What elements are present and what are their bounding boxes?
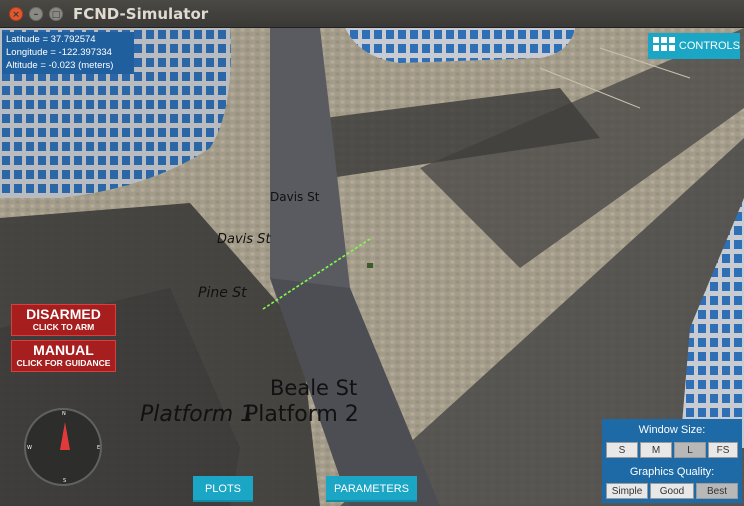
latitude-text: Latitude = 37.792574 [6, 34, 96, 45]
longitude-text: Longitude = -122.397334 [6, 47, 112, 58]
mode-state: MANUAL [33, 342, 94, 358]
graphics-quality-title: Graphics Quality: [629, 466, 715, 478]
street-label-beale: Beale St [270, 376, 358, 400]
plots-button[interactable]: PLOTS [193, 476, 253, 502]
street-label-davis: Davis St [270, 190, 320, 204]
arm-hint: CLICK TO ARM [32, 322, 95, 332]
compass-east: E [97, 445, 101, 451]
size-s-button[interactable]: S [606, 442, 638, 458]
arm-state: DISARMED [26, 306, 101, 322]
arm-button[interactable]: DISARMED CLICK TO ARM [11, 304, 116, 336]
size-fs-button[interactable]: FS [708, 442, 738, 458]
parameters-button[interactable]: PARAMETERS [326, 476, 417, 502]
window-size-title: Window Size: [638, 424, 706, 436]
compass-south: S [63, 478, 67, 484]
quality-good-button[interactable]: Good [650, 483, 694, 499]
maximize-icon[interactable]: □ [49, 7, 63, 21]
street-label-pine: Pine St [198, 285, 247, 301]
window-titlebar: × – □ FCND-Simulator [0, 0, 744, 28]
street-label-davis-2: Davis St [217, 232, 271, 247]
minimize-icon[interactable]: – [29, 7, 43, 21]
compass-west: W [27, 445, 32, 451]
mode-button[interactable]: MANUAL CLICK FOR GUIDANCE [11, 340, 116, 372]
settings-panel: Window Size: S M L FS Graphics Quality: … [602, 419, 742, 503]
platform-label-2: Platform 2 [245, 402, 359, 427]
close-icon[interactable]: × [9, 7, 23, 21]
window-title: FCND-Simulator [73, 5, 209, 23]
altitude-text: Altitude = -0.023 (meters) [6, 60, 114, 71]
controls-grid-icon [653, 37, 675, 55]
platform-label-1: Platform 1 [140, 402, 255, 427]
compass-north: N [62, 411, 66, 417]
quality-best-button[interactable]: Best [696, 483, 738, 499]
gps-readout: Latitude = 37.792574 Longitude = -122.39… [2, 32, 134, 74]
mode-hint: CLICK FOR GUIDANCE [16, 358, 111, 368]
size-l-button[interactable]: L [674, 442, 706, 458]
controls-label: CONTROLS [678, 40, 740, 52]
controls-button[interactable]: CONTROLS [648, 33, 740, 59]
quality-simple-button[interactable]: Simple [606, 483, 648, 499]
size-m-button[interactable]: M [640, 442, 672, 458]
compass: N S E W [24, 408, 102, 486]
compass-needle-icon [60, 422, 70, 450]
simulator-viewport[interactable]: Davis St Davis St Pine St Beale St Platf… [0, 28, 744, 506]
